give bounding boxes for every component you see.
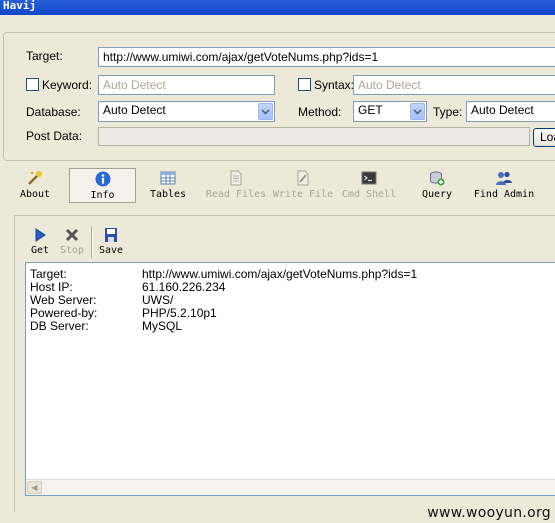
save-icon bbox=[105, 228, 117, 242]
terminal-icon bbox=[361, 171, 377, 185]
database-select[interactable]: Auto Detect bbox=[98, 101, 275, 122]
method-select-value: GET bbox=[358, 103, 383, 117]
info-key: Host IP: bbox=[30, 280, 73, 294]
toolbar-read-files[interactable]: Read Files bbox=[204, 168, 268, 204]
chevron-down-icon[interactable] bbox=[258, 103, 273, 120]
toolbar-separator bbox=[91, 226, 93, 258]
toolbar-read-files-label: Read Files bbox=[205, 189, 267, 200]
method-select[interactable]: GET bbox=[353, 101, 427, 122]
post-data-input[interactable] bbox=[98, 127, 530, 146]
toolbar-tables-label: Tables bbox=[149, 189, 187, 200]
watermark: www.wooyun.org bbox=[427, 505, 551, 521]
info-value: UWS/ bbox=[142, 293, 174, 307]
keyword-checkbox[interactable] bbox=[26, 78, 39, 91]
scroll-left-icon[interactable]: ◀ bbox=[27, 481, 42, 494]
save-button-label: Save bbox=[98, 245, 124, 256]
get-button[interactable]: Get bbox=[29, 227, 51, 256]
table-icon bbox=[160, 171, 176, 185]
toolbar-tables[interactable]: Tables bbox=[148, 168, 188, 204]
toolbar-find-admin[interactable]: Find Admin bbox=[472, 168, 536, 204]
toolbar-cmd-shell[interactable]: Cmd Shell bbox=[340, 168, 398, 204]
target-url-input[interactable]: http://www.umiwi.com/ajax/getVoteNums.ph… bbox=[98, 47, 555, 67]
toolbar-write-file[interactable]: Write File bbox=[271, 168, 335, 204]
horizontal-scrollbar[interactable]: ◀ bbox=[26, 479, 555, 495]
syntax-input[interactable]: Auto Detect bbox=[353, 75, 555, 95]
target-label: Target: bbox=[26, 49, 63, 63]
database-label: Database: bbox=[26, 105, 81, 119]
query-icon bbox=[430, 171, 445, 186]
post-data-label: Post Data: bbox=[26, 129, 83, 143]
toolbar-about-label: About bbox=[19, 189, 51, 200]
chevron-down-icon[interactable] bbox=[410, 103, 425, 120]
toolbar-info[interactable]: Info bbox=[69, 168, 136, 203]
database-select-value: Auto Detect bbox=[103, 103, 166, 117]
save-button[interactable]: Save bbox=[97, 227, 125, 256]
toolbar-about[interactable]: About bbox=[18, 168, 52, 204]
info-output-area[interactable]: Target: http://www.umiwi.com/ajax/getVot… bbox=[25, 262, 555, 496]
wand-icon bbox=[28, 171, 42, 185]
stop-button[interactable]: Stop bbox=[57, 227, 87, 256]
keyword-label: Keyword: bbox=[42, 78, 93, 92]
stop-button-label: Stop bbox=[59, 245, 85, 256]
syntax-checkbox[interactable] bbox=[298, 78, 311, 91]
syntax-label: Syntax: bbox=[314, 78, 355, 92]
file-icon bbox=[230, 170, 242, 186]
toolbar-query-label: Query bbox=[421, 189, 453, 200]
info-key: Powered-by: bbox=[30, 306, 98, 320]
info-value: PHP/5.2.10p1 bbox=[142, 306, 217, 320]
info-value: 61.160.226.234 bbox=[142, 280, 226, 294]
get-button-label: Get bbox=[30, 245, 50, 256]
toolbar-query[interactable]: Query bbox=[419, 168, 455, 204]
type-select-value: Auto Detect bbox=[471, 103, 534, 117]
load-button[interactable]: Loa bbox=[533, 128, 555, 147]
close-icon bbox=[65, 228, 79, 242]
info-key: Web Server: bbox=[30, 293, 97, 307]
info-key: Target: bbox=[30, 267, 67, 281]
toolbar-info-label: Info bbox=[90, 190, 115, 201]
users-icon bbox=[496, 171, 512, 185]
toolbar-find-admin-label: Find Admin bbox=[473, 189, 535, 200]
info-value: MySQL bbox=[142, 319, 183, 333]
type-select[interactable]: Auto Detect bbox=[466, 101, 555, 122]
info-key: DB Server: bbox=[30, 319, 89, 333]
info-value: http://www.umiwi.com/ajax/getVoteNums.ph… bbox=[142, 267, 418, 281]
keyword-input[interactable]: Auto Detect bbox=[98, 75, 275, 95]
toolbar-write-file-label: Write File bbox=[272, 189, 334, 200]
method-label: Method: bbox=[298, 105, 342, 119]
type-label: Type: bbox=[433, 105, 463, 119]
play-icon bbox=[35, 228, 46, 242]
info-icon bbox=[95, 171, 110, 187]
pen-icon bbox=[297, 170, 309, 186]
toolbar-cmd-shell-label: Cmd Shell bbox=[341, 189, 397, 200]
window-title: Havij bbox=[0, 0, 555, 15]
